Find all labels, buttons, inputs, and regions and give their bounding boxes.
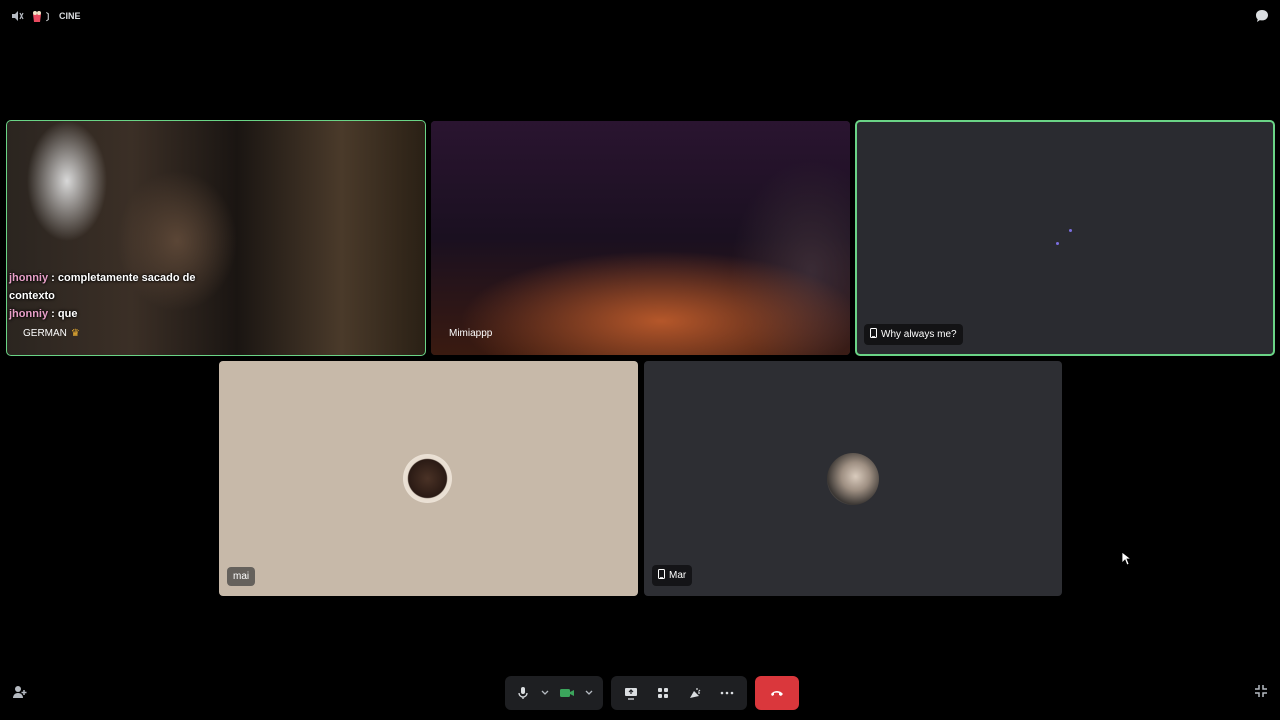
- hangup-button[interactable]: [755, 676, 799, 710]
- video-tile-why-always-me[interactable]: Why always me?: [855, 120, 1275, 356]
- participant-name-tag: mai: [227, 567, 256, 586]
- participant-name-tag: GERMAN ♛: [17, 324, 86, 343]
- chat-username: jhonniy: [9, 272, 49, 284]
- exit-fullscreen-icon[interactable]: [1254, 684, 1268, 698]
- mouse-cursor-icon: [1121, 551, 1133, 571]
- camera-icon[interactable]: [557, 683, 577, 703]
- top-left-group: 〕 CINE: [10, 9, 81, 23]
- channel-name: CINE: [59, 11, 81, 21]
- avatar: [827, 453, 879, 505]
- microphone-icon[interactable]: [513, 683, 533, 703]
- participant-name: GERMAN: [23, 328, 67, 339]
- mobile-icon: [870, 328, 877, 341]
- participant-name-tag: Why always me?: [864, 324, 963, 345]
- chevron-down-icon[interactable]: [583, 683, 595, 703]
- video-stream: [431, 121, 850, 355]
- chat-overlay: jhonniy : completamente sacado de contex…: [9, 269, 214, 323]
- participant-name: mai: [233, 571, 250, 582]
- popcorn-icon: [32, 10, 42, 22]
- activities-icon[interactable]: [653, 683, 673, 703]
- avatar: [403, 454, 452, 503]
- mobile-icon: [658, 569, 665, 582]
- invite-people-icon[interactable]: [12, 684, 28, 700]
- actions-group: [611, 676, 747, 710]
- audio-video-group: [505, 676, 603, 710]
- chat-text: : que: [48, 308, 78, 320]
- chat-bubble-icon[interactable]: [1254, 8, 1270, 24]
- participant-name-tag: Mar: [652, 565, 693, 586]
- screen-share-icon[interactable]: [621, 683, 641, 703]
- participant-name: Mimiappp: [449, 328, 493, 339]
- participant-name-tag: Mimiappp: [443, 324, 498, 343]
- soundboard-icon[interactable]: [685, 683, 705, 703]
- chat-message: jhonniy : completamente sacado de contex…: [9, 269, 214, 305]
- chevron-down-icon[interactable]: [539, 683, 551, 703]
- top-bar: 〕 CINE: [0, 0, 1280, 34]
- crown-icon: ♛: [70, 328, 80, 339]
- video-tile-mimiappp[interactable]: Mimiappp: [431, 121, 850, 355]
- hangup-icon: [770, 689, 784, 697]
- loading-dots: [1056, 229, 1076, 249]
- channel-title: 〕 CINE: [32, 10, 81, 23]
- video-tile-mar[interactable]: Mar: [644, 361, 1062, 596]
- more-icon[interactable]: [717, 683, 737, 703]
- channel-bracket-icon: 〕: [46, 11, 56, 22]
- speaker-icon[interactable]: [10, 9, 24, 23]
- participant-name: Mar: [669, 570, 687, 581]
- chat-message: jhonniy : que: [9, 305, 214, 323]
- call-controls: [505, 676, 799, 710]
- video-tile-mai[interactable]: mai: [219, 361, 638, 596]
- participant-name: Why always me?: [881, 329, 957, 340]
- video-tile-german[interactable]: jhonniy : completamente sacado de contex…: [6, 120, 426, 356]
- chat-username: jhonniy: [9, 308, 49, 320]
